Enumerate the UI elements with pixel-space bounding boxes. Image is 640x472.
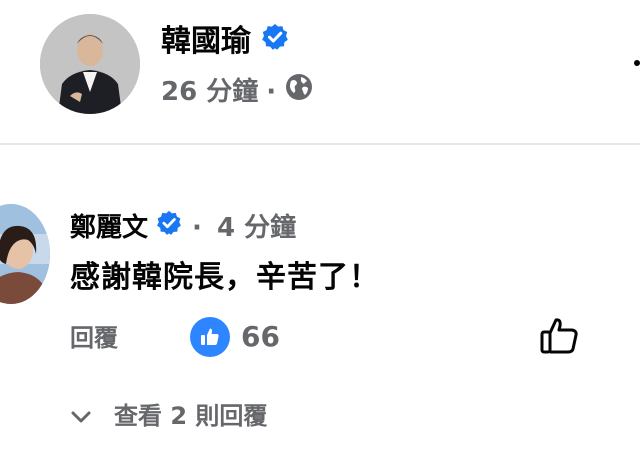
like-reaction-icon[interactable] bbox=[190, 317, 230, 357]
globe-icon[interactable] bbox=[284, 72, 314, 112]
reply-button[interactable]: 回覆 bbox=[70, 321, 118, 355]
like-thumb-icon[interactable] bbox=[538, 314, 582, 358]
meta-separator: · bbox=[266, 77, 277, 107]
chevron-down-icon bbox=[70, 399, 92, 433]
verified-badge-icon bbox=[156, 210, 182, 246]
post-timestamp[interactable]: 26 分鐘 bbox=[161, 74, 258, 110]
comment-timestamp[interactable]: 4 分鐘 bbox=[217, 213, 296, 243]
post-meta: 26 分鐘 · bbox=[161, 72, 314, 112]
comment-time-group: · 4 分鐘 bbox=[182, 210, 296, 246]
view-replies-label: 查看 2 則回覆 bbox=[114, 402, 268, 430]
more-options-icon[interactable] bbox=[634, 60, 640, 66]
comment-author-avatar[interactable] bbox=[0, 204, 50, 304]
comment-meta-separator: · bbox=[192, 213, 202, 243]
post-author-avatar[interactable] bbox=[40, 14, 140, 114]
post-author-label: 韓國瑜 bbox=[161, 24, 251, 59]
like-count[interactable]: 66 bbox=[241, 318, 280, 356]
comment-author-name[interactable]: 鄭麗文 bbox=[70, 210, 148, 246]
view-replies-button[interactable]: 查看 2 則回覆 bbox=[70, 399, 267, 433]
comment-text: 感謝韓院長，辛苦了！ bbox=[70, 260, 380, 295]
post-author-name[interactable]: 韓國瑜 bbox=[161, 22, 289, 62]
section-divider bbox=[0, 143, 640, 145]
comment-header: 鄭麗文 · 4 分鐘 bbox=[70, 210, 296, 246]
verified-badge-icon bbox=[261, 22, 289, 62]
